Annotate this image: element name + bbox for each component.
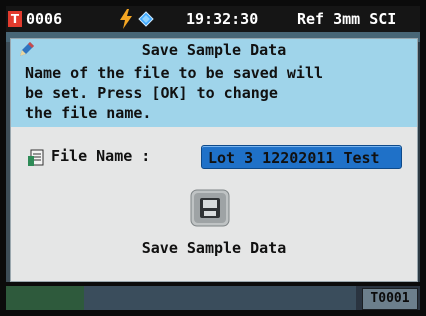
target-badge: T bbox=[8, 11, 22, 27]
bottom-bar: T0001 bbox=[6, 286, 420, 310]
device-screen: T 0006 19:32:30 Ref 3mm SCI Save Sample … bbox=[0, 0, 426, 316]
floppy-disk-icon bbox=[200, 198, 220, 218]
measure-condition: Ref 3mm SCI bbox=[297, 10, 397, 28]
dialog-message: Name of the file to be saved will be set… bbox=[25, 64, 324, 122]
file-name-label: File Name : bbox=[51, 147, 151, 165]
dialog-header: Save Sample Data Name of the file to be … bbox=[11, 39, 417, 127]
document-icon bbox=[28, 149, 44, 166]
dialog-title: Save Sample Data bbox=[141, 41, 287, 59]
bottom-left-segment bbox=[6, 286, 84, 310]
bottom-middle-segment bbox=[84, 286, 356, 310]
save-sample-dialog: Save Sample Data Name of the file to be … bbox=[10, 38, 418, 282]
clock-time: 19:32:30 bbox=[186, 10, 259, 28]
save-button[interactable] bbox=[190, 189, 230, 227]
file-name-row: File Name : Lot 3 12202011 Test bbox=[27, 145, 407, 171]
target-code-badge: T0001 bbox=[362, 288, 418, 310]
bolt-icon bbox=[120, 9, 132, 29]
sample-id: 0006 bbox=[26, 10, 63, 28]
save-caption: Save Sample Data bbox=[141, 239, 287, 257]
file-name-field[interactable]: Lot 3 12202011 Test bbox=[201, 145, 402, 169]
status-bar: T 0006 19:32:30 Ref 3mm SCI bbox=[6, 6, 420, 32]
diamond-icon bbox=[138, 11, 154, 27]
